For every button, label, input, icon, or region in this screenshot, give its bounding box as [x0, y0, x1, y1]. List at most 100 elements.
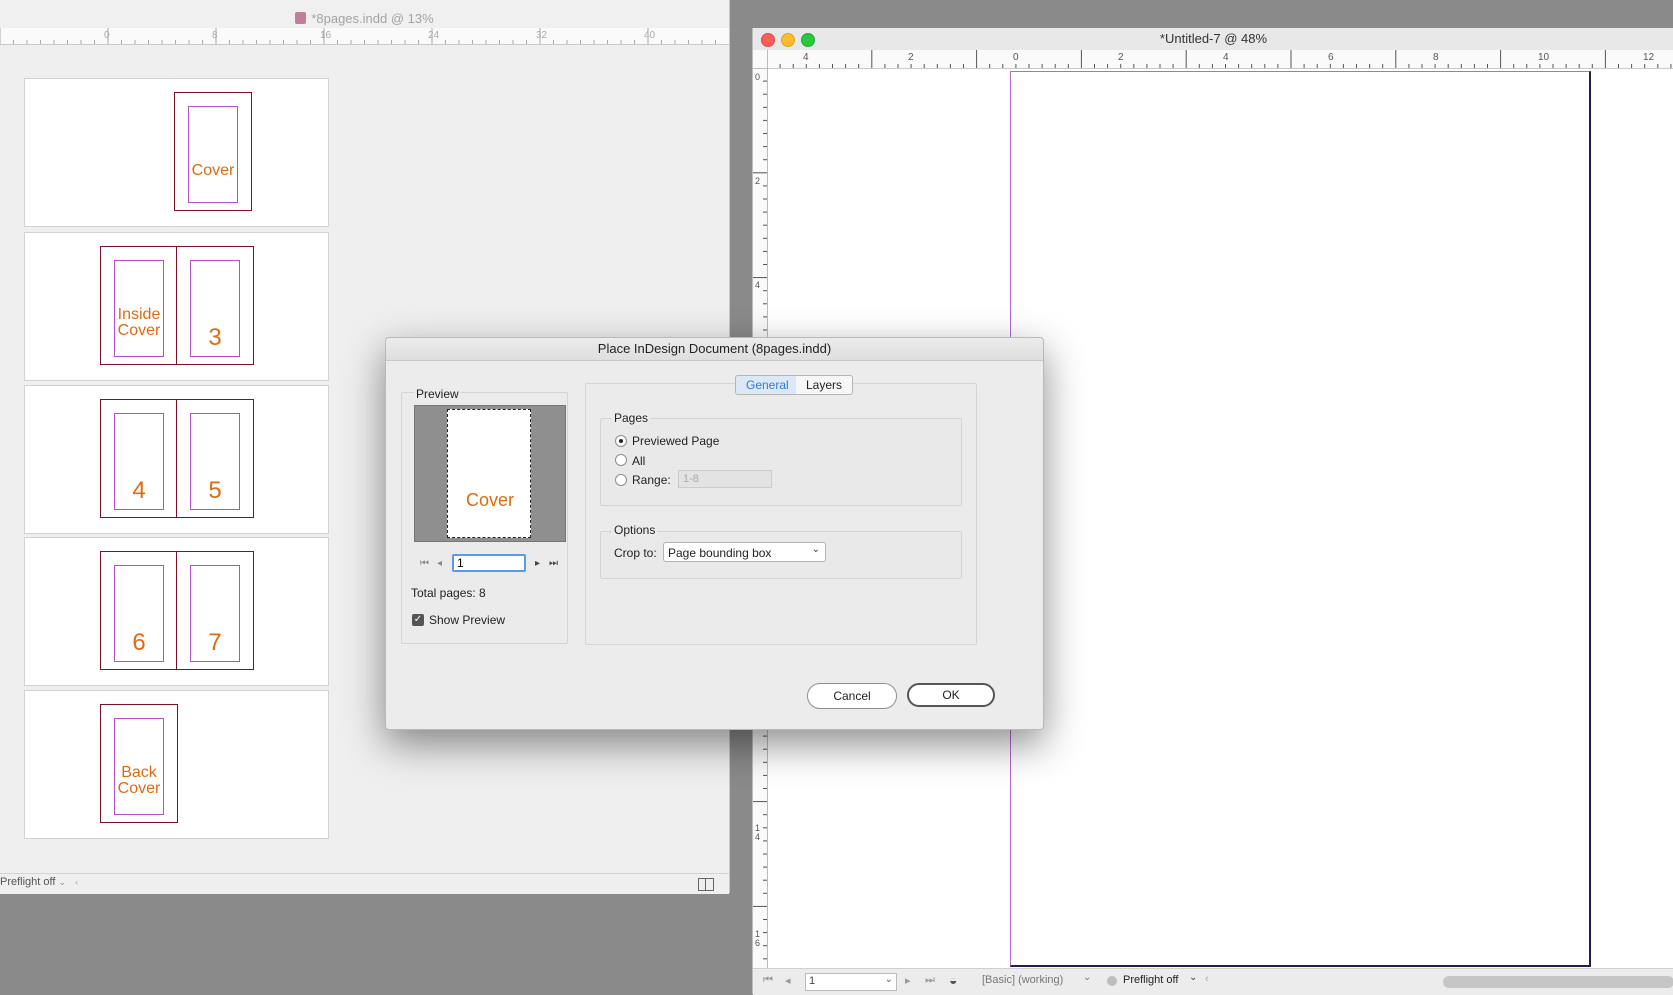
document-page[interactable] [1010, 71, 1591, 967]
preview-label: Preview [414, 387, 461, 401]
page-label: 6 [132, 629, 146, 656]
preview-page-input[interactable] [452, 554, 526, 572]
style-status[interactable]: [Basic] (working) [982, 974, 1063, 986]
horizontal-ruler-right[interactable]: 4 2 0 2 4 6 8 10 12 [767, 50, 1673, 69]
radio-range[interactable] [615, 474, 627, 486]
page-thumbnail[interactable]: Back Cover [100, 704, 178, 823]
ruler-label: 2 [1118, 52, 1124, 63]
page-thumbnail[interactable]: 5 [176, 399, 254, 518]
ruler-label: 4 [803, 52, 809, 63]
chevron-down-icon[interactable]: ⌄ [1189, 972, 1197, 983]
radio-previewed-page[interactable] [615, 435, 627, 447]
crop-to-select[interactable]: Page bounding box ⌄ [663, 542, 826, 562]
ruler-label: 40 [644, 30, 656, 41]
scroll-left-icon[interactable]: ‹ [75, 877, 78, 887]
show-preview-checkbox[interactable]: ✓ [412, 614, 424, 626]
ruler-label: 2 [755, 176, 760, 186]
page-label: Inside Cover [117, 306, 161, 339]
ruler-label: 2 [908, 52, 914, 63]
preview-page-label: Cover [465, 490, 514, 510]
ruler-label: 4 [1223, 52, 1229, 63]
page-spread[interactable]: Cover [24, 78, 329, 227]
page-label: 5 [208, 477, 222, 504]
left-status-bar [0, 873, 729, 894]
preflight-label-right[interactable]: Preflight off [1123, 974, 1178, 986]
cancel-button[interactable]: Cancel [807, 683, 897, 709]
page-spread[interactable]: 67 [24, 537, 329, 686]
first-page-icon[interactable]: ⏮ [420, 558, 429, 569]
first-page-icon[interactable]: ⏮ [763, 974, 773, 987]
page-label: 4 [132, 477, 146, 504]
scroll-left-icon[interactable]: ‹ [1205, 973, 1209, 985]
chevron-down-icon[interactable]: ⌄ [1083, 972, 1091, 983]
horizontal-ruler[interactable]: 0 8 16 24 32 40 [0, 28, 729, 45]
page-thumbnail[interactable]: Cover [174, 92, 252, 211]
dialog-title: Place InDesign Document (8pages.indd) [386, 338, 1043, 361]
show-preview-label: Show Preview [429, 613, 506, 627]
ruler-label: 0 [104, 30, 110, 41]
ruler-label: 6 [755, 938, 760, 948]
ruler-label: 10 [1538, 52, 1550, 63]
page-thumbnail[interactable]: 7 [176, 551, 254, 670]
tab-layers[interactable]: Layers [796, 375, 854, 395]
range-label: Range: [632, 473, 671, 487]
page-label: Cover [191, 162, 235, 179]
left-window-title: *8pages.indd @ 13% [0, 11, 729, 26]
preflight-status[interactable]: Preflight off ⌄ ‹ [0, 876, 78, 888]
chevron-down-icon: ⌄ [58, 877, 67, 887]
preview-thumbnail: Cover [414, 405, 566, 542]
horizontal-scrollbar[interactable] [1443, 976, 1673, 988]
range-input[interactable] [678, 470, 772, 488]
next-page-icon[interactable]: ▸ [535, 558, 540, 569]
place-document-dialog: Place InDesign Document (8pages.indd) Pr… [385, 337, 1044, 730]
options-label: Options [612, 523, 658, 537]
tab-general[interactable]: General [735, 375, 800, 395]
ruler-label: 16 [320, 30, 332, 41]
page-spread[interactable]: Back Cover [24, 690, 329, 839]
ruler-label: 8 [212, 30, 218, 41]
right-window-title: *Untitled-7 @ 48% [1159, 31, 1268, 46]
ruler-label: 8 [1433, 52, 1439, 63]
ruler-label: 24 [428, 30, 440, 41]
page-number-field[interactable]: 1 ⌄ [805, 973, 897, 991]
radio-all[interactable] [615, 454, 627, 466]
page-thumbnail[interactable]: 6 [100, 551, 178, 670]
chevron-down-icon: ⌄ [811, 544, 820, 555]
page-number-value: 1 [809, 975, 816, 987]
next-page-icon[interactable]: ▸ [905, 974, 911, 987]
page-label: 7 [208, 629, 222, 656]
page-label: Back Cover [117, 764, 161, 797]
page-label: 3 [208, 324, 222, 351]
ruler-label: 0 [1013, 52, 1019, 63]
pages-label: Pages [612, 411, 651, 425]
page-spread[interactable]: 45 [24, 385, 329, 534]
ruler-label: 0 [755, 72, 760, 82]
last-page-icon[interactable]: ⏭ [549, 558, 558, 569]
preview-page: Cover [447, 409, 531, 538]
total-pages-text: Total pages: 8 [411, 586, 486, 600]
ruler-origin[interactable] [753, 50, 768, 69]
ruler-label: 4 [755, 280, 760, 290]
page-spread[interactable]: Inside Cover 3 [24, 232, 329, 381]
all-label: All [632, 454, 646, 468]
right-title-bar[interactable]: *Untitled-7 @ 48% [753, 28, 1673, 51]
split-view-icon[interactable] [698, 878, 714, 891]
last-page-icon[interactable]: ⏭ [925, 974, 935, 987]
left-window-title-text: *8pages.indd @ 13% [311, 11, 434, 26]
ok-button[interactable]: OK [907, 683, 995, 707]
previewed-page-label: Previewed Page [632, 434, 720, 448]
prev-page-icon[interactable]: ◂ [437, 558, 442, 569]
page-thumbnail[interactable]: Inside Cover [100, 246, 178, 365]
ruler-ticks: 4 2 0 2 4 6 8 10 12 [767, 50, 1672, 68]
indesign-doc-icon [295, 12, 307, 24]
preflight-label: Preflight off [0, 876, 56, 888]
chevron-down-icon[interactable]: ⌄ [885, 974, 893, 985]
ruler-label: 12 [1643, 52, 1655, 63]
open-page-icon[interactable]: ◒ [949, 972, 957, 988]
prev-page-icon[interactable]: ◂ [785, 974, 791, 987]
page-margin-guide [188, 106, 238, 203]
page-thumbnail[interactable]: 3 [176, 246, 254, 365]
ruler-label: 32 [536, 30, 548, 41]
page-thumbnail[interactable]: 4 [100, 399, 178, 518]
ruler-ticks: 0 8 16 24 32 40 [0, 28, 716, 44]
